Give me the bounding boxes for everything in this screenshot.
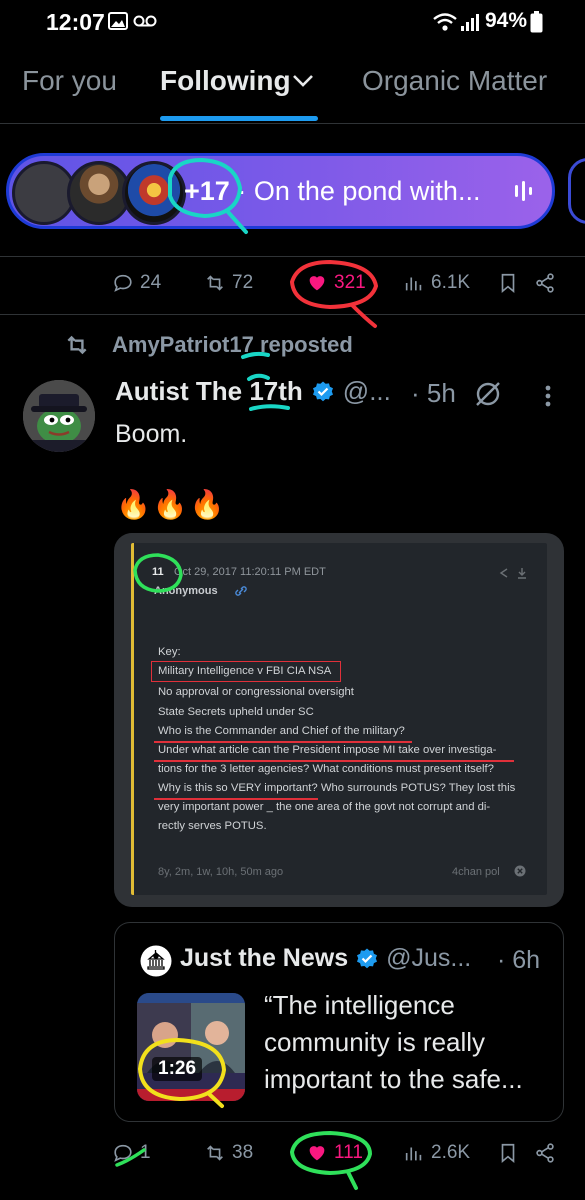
repost-icon [67,335,87,355]
author-name[interactable]: Autist The 17th [115,376,303,407]
voicemail-icon [133,15,157,27]
views-button[interactable]: 2.6K [403,1142,470,1164]
heart-icon [309,276,325,291]
q-footer-source: 4chan pol [452,866,500,878]
reply-icon [114,274,132,292]
prev-like-button[interactable]: 321 [306,272,366,294]
wifi-icon [432,12,458,32]
active-tab-indicator [160,116,318,121]
bookmark-icon[interactable] [497,1142,519,1164]
quote-author-name[interactable]: Just the News [180,944,348,973]
q-post-number: 11 [152,566,164,578]
reposted-by: AmyPatriot17 reposted [112,332,353,357]
image-icon [108,12,128,30]
q-underline [154,741,412,743]
q-line: tions for the 3 letter agencies? What co… [158,763,494,775]
views-count: 2.6K [431,1142,471,1163]
chevron-down-icon[interactable] [291,73,315,89]
avatar[interactable] [23,380,95,452]
quote-video-thumbnail[interactable] [137,993,245,1101]
author-handle[interactable]: @... [343,376,391,407]
repost-button[interactable]: 38 [204,1142,253,1164]
post-header: Autist The 17th @... [115,376,391,407]
space-separator: · [229,176,254,206]
prev-repost-count: 72 [232,272,254,293]
heart-icon [309,1146,325,1161]
q-post-author: Anonymous [154,585,218,597]
space-listener-count: +17 [184,176,230,206]
battery-icon [530,11,543,33]
reply-count: 1 [140,1142,151,1163]
q-line: Military Intelligence v FBI CIA NSA [158,665,332,677]
verified-badge-icon [312,381,333,401]
prev-views-count: 6.1K [431,272,471,293]
repost-icon [207,275,223,291]
q-line: Under what article can the President imp… [158,744,497,756]
prev-reply-count: 24 [140,272,162,293]
q-line: Who is the Commander and Chief of the mi… [158,725,405,737]
q-line: Key: [158,646,181,658]
battery-percent: 94% [485,9,528,32]
space-title-text: On the pond with... [253,176,481,206]
repost-count: 38 [232,1142,254,1163]
status-bar: 12:07 94% [0,0,585,44]
status-time: 12:07 [46,9,105,35]
link-icon [234,585,248,597]
q-line: Why is this so VERY important? Who surro… [158,782,516,794]
q-line: State Secrets upheld under SC [158,706,314,718]
quote-author-handle[interactable]: @Jus... [386,944,471,973]
divider [0,314,585,315]
close-circle-icon [514,865,526,877]
q-underline [154,798,318,800]
q-post-date: Oct 29, 2017 11:20:11 PM EDT [174,566,326,578]
tab-following-label: Following [160,65,291,96]
share-icon[interactable] [534,272,556,294]
quote-text: “The intelligence community is really im… [264,990,523,1094]
prev-repost-button[interactable]: 72 [204,272,253,294]
views-icon [405,1147,422,1161]
space-listener-avatar-3 [122,161,186,225]
q-footer-age: 8y, 2m, 1w, 10h, 50m ago [158,866,284,878]
space-title: +17 · On the pond with... [184,176,480,207]
quote-time[interactable]: · 6h [497,946,540,975]
post-text: Boom. [115,420,188,448]
q-underline [154,760,514,762]
post-emoji: 🔥🔥🔥 [116,489,227,520]
image-q-post: 11 Oct 29, 2017 11:20:11 PM EDT Anonymou… [131,543,547,895]
q-line: rectly serves POTUS. [158,820,267,832]
post-time[interactable]: · 5h [411,378,456,409]
q-line: very important power _ the one area of t… [158,801,491,813]
reply-icon [114,1144,132,1162]
tab-following[interactable]: Following [160,65,291,97]
divider [0,256,585,257]
tab-for-you[interactable]: For you [22,65,117,97]
header-divider [0,123,585,124]
q-line: No approval or congressional oversight [158,686,354,698]
next-space-pill[interactable] [568,158,585,224]
quote-avatar[interactable] [140,945,172,977]
bookmark-icon[interactable] [497,272,519,294]
share-icon[interactable] [534,1142,556,1164]
reply-button[interactable]: 1 [112,1142,151,1164]
views-icon [405,277,422,291]
verified-badge-icon [357,948,378,968]
repost-context[interactable]: AmyPatriot17 reposted [62,332,353,358]
video-duration: 1:26 [152,1057,203,1081]
prev-views-button[interactable]: 6.1K [403,272,470,294]
repost-icon [207,1145,223,1161]
space-pill[interactable]: +17 · On the pond with... [6,153,555,229]
more-options-icon[interactable] [544,384,552,408]
tab-organic-matter[interactable]: Organic Matter [362,65,547,97]
like-count: 111 [334,1142,363,1163]
q-share-icon [498,567,530,579]
prev-reply-button[interactable]: 24 [112,272,161,294]
quote-header: Just the News @Jus... [180,944,471,973]
audio-wave-icon [514,180,534,202]
grok-icon[interactable] [473,379,503,409]
like-button[interactable]: 111 [306,1142,363,1164]
prev-like-count: 321 [334,272,366,293]
signal-icon [460,12,480,32]
